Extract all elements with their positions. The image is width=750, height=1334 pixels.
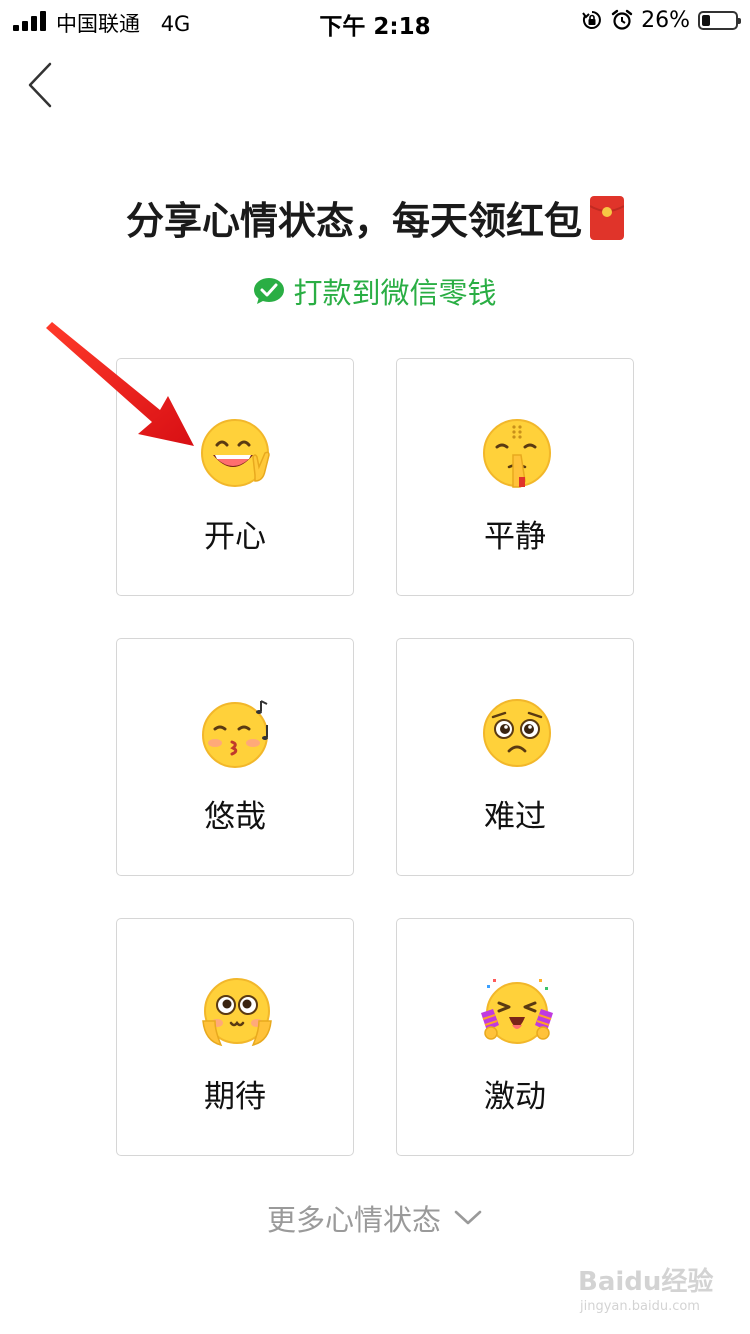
subtitle-text: 打款到微信零钱 [293, 276, 497, 310]
more-moods-label: 更多心情状态 [266, 1203, 441, 1237]
alarm-icon [611, 9, 633, 31]
battery-percent: 26% [641, 7, 690, 33]
back-button[interactable] [20, 58, 64, 112]
excited-emoji-icon [481, 979, 553, 1044]
subtitle: 打款到微信零钱 [0, 270, 750, 312]
page-title-text: 分享心情状态，每天领红包 [125, 199, 582, 243]
status-right-group: 26% [581, 5, 741, 35]
battery-level [702, 14, 710, 26]
chevron-left-icon [28, 62, 52, 108]
mood-label: 激动 [484, 1079, 546, 1115]
mood-card-calm[interactable]: 平静 [396, 358, 634, 596]
watermark-brand: Baidu经验 [578, 1266, 713, 1297]
annotation-arrow-icon [46, 322, 194, 446]
mood-card-leisurely[interactable]: 悠哉 [116, 638, 354, 876]
whistling-emoji-icon [202, 700, 268, 768]
mood-card-expectant[interactable]: 期待 [116, 918, 354, 1156]
rotation-lock-icon [581, 9, 603, 31]
happy-victory-emoji-icon [201, 419, 270, 487]
expectant-emoji-icon [202, 978, 272, 1047]
mood-card-sad[interactable]: 难过 [396, 638, 634, 876]
red-envelope-icon [589, 195, 625, 240]
wechat-pay-icon [254, 278, 285, 304]
page-title: 分享心情状态，每天领红包 [0, 190, 750, 245]
mood-label: 平静 [484, 519, 546, 555]
calm-praying-emoji-icon [483, 419, 551, 488]
mood-label: 悠哉 [204, 799, 266, 835]
battery-icon [698, 10, 741, 30]
chevron-down-icon [454, 1210, 482, 1225]
sad-pleading-emoji-icon [483, 699, 551, 767]
mood-label: 开心 [204, 519, 266, 555]
baidu-jingyan-watermark: Baidu经验 jingyan.baidu.com [578, 1266, 713, 1314]
mood-label: 期待 [204, 1079, 266, 1115]
watermark-url: jingyan.baidu.com [579, 1299, 700, 1314]
status-bar: 中国联通 4G 下午 2:18 26% [0, 0, 750, 42]
more-moods-button[interactable]: 更多心情状态 [0, 1197, 750, 1239]
mood-label: 难过 [484, 799, 546, 835]
mood-card-excited[interactable]: 激动 [396, 918, 634, 1156]
